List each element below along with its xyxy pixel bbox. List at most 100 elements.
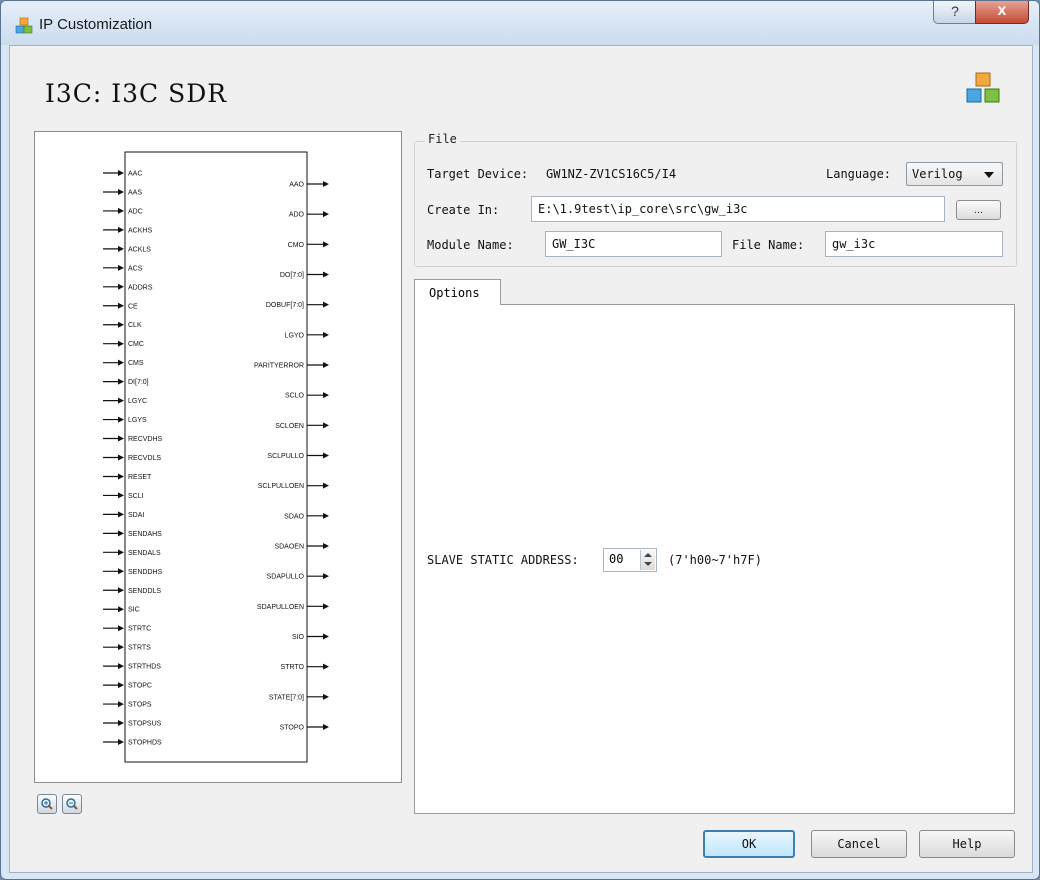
input-port-label: LGYS (128, 417, 147, 424)
input-port-label: STOPHDS (128, 740, 162, 747)
output-port-label: CMO (288, 242, 305, 249)
create-in-label: Create In: (427, 203, 500, 217)
module-name-field[interactable]: GW_I3C (545, 231, 722, 257)
file-name-field[interactable]: gw_i3c (825, 231, 1003, 257)
create-in-field[interactable]: E:\1.9test\ip_core\src\gw_i3c (531, 196, 945, 222)
input-port-label: SENDDLS (128, 588, 161, 595)
input-port-label: STRTC (128, 626, 151, 633)
output-port-label: SCLPULLOEN (258, 483, 304, 490)
input-port: RESET (103, 473, 152, 481)
output-port-label: ADO (289, 212, 305, 219)
slave-static-address-spinbox[interactable]: 00 (603, 548, 657, 572)
input-port-label: SENDALS (128, 550, 161, 557)
input-port-label: RESET (128, 474, 152, 481)
output-port: CMO (288, 241, 329, 249)
input-port: STOPHDS (103, 739, 162, 747)
tab-options[interactable]: Options (414, 279, 501, 305)
slave-address-range: (7'h00~7'h7F) (668, 553, 762, 567)
input-port: SCLI (103, 492, 144, 500)
output-port: DOBUF[7:0] (266, 301, 329, 309)
input-port-label: RECVDHS (128, 436, 163, 443)
file-name-label: File Name: (732, 238, 805, 252)
input-port: ADDRS (103, 283, 153, 291)
input-port-label: ACKLS (128, 246, 151, 253)
ok-button[interactable]: OK (703, 830, 795, 858)
help-button[interactable]: Help (919, 830, 1015, 858)
input-port-label: CLK (128, 322, 142, 329)
output-port-label: SCLPULLO (267, 453, 304, 460)
input-port: ACKLS (103, 245, 151, 253)
help-title-button[interactable]: ? (933, 1, 977, 24)
input-port: STRTS (103, 644, 151, 652)
output-port-label: AAO (289, 182, 304, 189)
output-port: AAO (289, 181, 329, 189)
close-icon: x (997, 2, 1007, 19)
input-port: CLK (103, 321, 142, 329)
input-port: ACS (103, 264, 143, 272)
input-port-label: AAS (128, 189, 142, 196)
input-port-label: LGYC (128, 398, 147, 405)
window-title: IP Customization (39, 16, 153, 33)
input-port-label: STRTHDS (128, 664, 161, 671)
output-port-label: PARITYERROR (254, 363, 304, 370)
input-port-label: STRTS (128, 645, 151, 652)
output-port-label: STRTO (281, 664, 305, 671)
target-device-label: Target Device: (427, 167, 529, 181)
output-port: STATE[7:0] (269, 693, 329, 701)
spinner-arrows-icon[interactable] (640, 550, 655, 570)
input-port: SENDDLS (103, 587, 161, 595)
close-button[interactable]: x (975, 1, 1029, 24)
input-port: CE (103, 302, 138, 310)
title-bar[interactable]: IP Customization ? x (1, 1, 1039, 45)
input-port: RECVDLS (103, 454, 161, 462)
input-port-label: SDAI (128, 512, 144, 519)
input-port-label: AAC (128, 171, 142, 178)
cancel-button[interactable]: Cancel (811, 830, 907, 858)
output-port-label: STATE[7:0] (269, 694, 304, 701)
browse-button[interactable]: ... (956, 200, 1001, 220)
input-port: ACKHS (103, 226, 152, 234)
output-port: SDAPULLO (267, 573, 329, 581)
output-port: SCLOEN (275, 422, 329, 430)
app-icon (15, 17, 33, 34)
input-port-label: STOPSUS (128, 721, 162, 728)
language-value: Verilog (912, 167, 963, 181)
output-port-label: LGYO (285, 332, 305, 339)
symbol-diagram: AAC AAS ADC ACKHS ACKLS ACS ADDRS CE CLK CMC CMS DI… (103, 151, 329, 763)
zoom-out-button[interactable] (62, 794, 82, 814)
output-port: SDAOEN (274, 543, 329, 551)
input-port-label: ADC (128, 208, 143, 215)
output-port-label: SCLOEN (275, 423, 304, 430)
input-port-label: STOPS (128, 702, 152, 709)
input-port: CMC (103, 340, 144, 348)
input-port-label: DI[7:0] (128, 379, 149, 386)
input-port-label: SENDAHS (128, 531, 162, 538)
schematic-preview: AAC AAS ADC ACKHS ACKLS ACS ADDRS CE CLK CMC CMS DI… (34, 131, 402, 783)
input-port-label: SIC (128, 607, 140, 614)
page-title: I3C: I3C SDR (45, 79, 228, 108)
input-port: SENDDHS (103, 568, 163, 576)
output-port-label: SDAO (284, 513, 304, 520)
output-port-label: SDAPULLOEN (257, 604, 304, 611)
output-port-label: STOPO (280, 725, 305, 732)
ip-cubes-icon (966, 72, 1000, 103)
question-icon: ? (951, 3, 959, 19)
language-select[interactable]: Verilog (906, 162, 1003, 186)
output-port-label: DO[7:0] (280, 272, 304, 279)
output-port-label: SDAPULLO (267, 574, 305, 581)
input-port: STOPS (103, 701, 152, 709)
output-port-label: SIO (292, 634, 305, 641)
output-port: SIO (292, 633, 329, 641)
input-port: AAC (103, 170, 142, 178)
zoom-out-icon (66, 798, 78, 810)
input-port: SIC (103, 606, 140, 614)
input-port: RECVDHS (103, 435, 163, 443)
file-group-label: File (425, 132, 460, 146)
ip-customization-window: IP Customization ? x I3C: I3C SDR AAC AAS… (0, 0, 1040, 880)
input-port: SDAI (103, 511, 144, 519)
input-port: ADC (103, 207, 143, 215)
slave-static-address-label: SLAVE STATIC ADDRESS: (427, 553, 579, 567)
zoom-in-button[interactable] (37, 794, 57, 814)
chevron-down-icon (984, 172, 994, 178)
output-port: PARITYERROR (254, 362, 329, 370)
